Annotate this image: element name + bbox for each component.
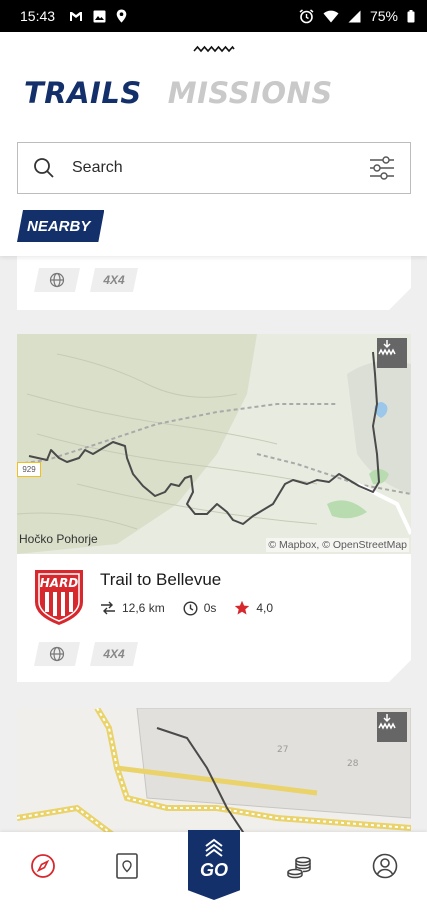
nav-explore[interactable] [29, 852, 57, 880]
duration-value: 0s [203, 601, 217, 615]
route-icon [100, 601, 116, 615]
location-icon [116, 9, 127, 23]
nav-trail-book[interactable] [113, 852, 141, 880]
alarm-icon [299, 8, 314, 24]
status-time: 15:43 [20, 8, 56, 24]
chevrons-up-icon [205, 838, 223, 857]
trail-card-partial[interactable]: 27 28 [17, 708, 411, 838]
search-input[interactable]: Search [72, 159, 123, 177]
compass-icon [31, 854, 55, 878]
gallery-icon [93, 10, 106, 23]
globe-tag [34, 268, 80, 292]
wifi-icon [323, 10, 339, 23]
tab-bar: TRAILS MISSIONS [24, 76, 333, 110]
signal-icon [348, 10, 361, 23]
road-number-badge: 929 [17, 462, 41, 477]
clock-icon [183, 601, 198, 616]
globe-tag [34, 642, 80, 666]
tab-missions[interactable]: MISSIONS [168, 76, 333, 110]
duration-stat: 0s [183, 601, 217, 616]
go-label: GO [199, 860, 228, 880]
search-bar[interactable]: Search [17, 142, 411, 194]
download-map-button[interactable] [377, 712, 407, 742]
profile-icon [372, 853, 398, 879]
go-button[interactable]: GO [188, 830, 240, 900]
coins-icon [287, 856, 311, 879]
vehicle-tag: 4X4 [90, 268, 138, 292]
map-place-label: Hočko Pohorje [19, 532, 98, 546]
map-book-icon [116, 853, 138, 879]
trail-card[interactable]: 929 Hočko Pohorje © Mapbox, © OpenStreet… [17, 334, 411, 682]
gmail-icon [69, 11, 83, 22]
battery-icon [407, 9, 415, 23]
search-icon [32, 156, 56, 180]
rating-value: 4,0 [256, 601, 274, 615]
filter-icon[interactable] [368, 155, 396, 181]
difficulty-badge: HARD [33, 568, 85, 626]
vehicle-tag: 4X4 [90, 642, 138, 666]
globe-icon [49, 646, 65, 662]
difficulty-label: HARD [40, 576, 79, 590]
map-attribution[interactable]: © Mapbox, © OpenStreetMap [266, 538, 409, 552]
map-label: 28 [347, 759, 359, 769]
map-label: 27 [277, 745, 288, 755]
tag-row: 4X4 [34, 642, 138, 666]
download-icon [377, 338, 397, 358]
rating-stat: 4,0 [234, 600, 273, 616]
tag-row: 4X4 [34, 268, 138, 292]
trail-title[interactable]: Trail to Bellevue [100, 570, 221, 590]
nav-profile[interactable] [371, 852, 399, 880]
battery-percent: 75% [369, 8, 398, 24]
trail-stats: 12,6 km 0s 4,0 [100, 600, 291, 616]
drag-handle-icon[interactable] [193, 40, 235, 53]
trail-map-preview[interactable]: 929 Hočko Pohorje © Mapbox, © OpenStreet… [17, 334, 411, 554]
status-bar: 15:43 75% [0, 0, 427, 32]
distance-stat: 12,6 km [100, 601, 165, 615]
download-icon [378, 714, 396, 730]
bottom-navigation: GO [0, 830, 427, 900]
trail-info: HARD Trail to Bellevue 12,6 km 0s 4,0 4X… [17, 554, 411, 692]
distance-value: 12,6 km [122, 601, 165, 615]
globe-icon [49, 272, 65, 288]
nav-rewards[interactable] [285, 852, 313, 880]
star-icon [234, 600, 250, 616]
nearby-filter-chip[interactable]: NEARBY [17, 210, 104, 242]
trail-map-preview[interactable]: 27 28 [17, 708, 411, 838]
tab-trails[interactable]: TRAILS [24, 76, 142, 110]
download-map-button[interactable] [377, 338, 407, 368]
header-panel: TRAILS MISSIONS Search NEARBY [0, 32, 427, 256]
